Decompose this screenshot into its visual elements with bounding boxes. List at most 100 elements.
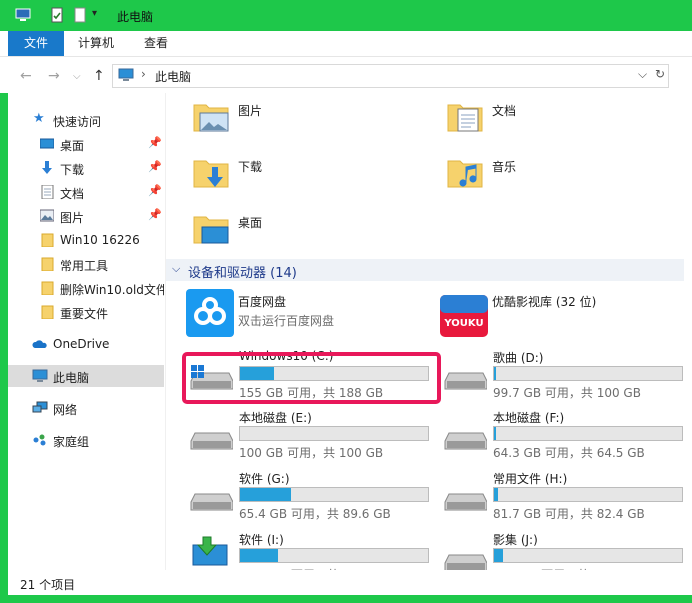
breadcrumb-separator: › xyxy=(141,67,146,81)
folder-icon xyxy=(41,257,54,271)
hard-drive-icon xyxy=(444,554,487,572)
app-name: 优酷影视库 (32 位) xyxy=(492,295,597,309)
sidebar-item-folder[interactable]: 删除Win10.old文件 xyxy=(8,277,164,299)
sidebar-item-pictures[interactable]: 图片 📌 xyxy=(8,205,164,227)
sidebar-item-label: 下载 xyxy=(60,163,85,177)
sidebar-item-folder[interactable]: 重要文件 xyxy=(8,301,164,323)
drive-name: 本地磁盘 (E:) xyxy=(239,411,312,425)
drive-usage-fill xyxy=(494,488,498,501)
drive-usage-bar xyxy=(493,366,683,381)
drive-free-space: 65.4 GB 可用，共 89.6 GB xyxy=(239,507,391,521)
address-dropdown-button[interactable]: ⌵ xyxy=(638,67,647,82)
baidu-netdisk-icon xyxy=(186,289,234,337)
pictures-folder-icon xyxy=(193,104,229,132)
explorer-window: ▾ 此电脑 文件 计算机 查看 ← → ⌵ ↑ › 此电脑 ⌵ ↻ ★ 快速访问… xyxy=(0,0,692,603)
back-button[interactable]: ← xyxy=(20,68,32,84)
title-bar: ▾ 此电脑 xyxy=(0,0,692,31)
drive-usage-bar xyxy=(493,426,683,441)
software-drive-icon xyxy=(192,536,228,566)
app-item-youku[interactable]: YOUKU 优酷影视库 (32 位) xyxy=(440,289,690,337)
desktop-folder-icon xyxy=(193,216,229,244)
qat-dropdown-icon[interactable]: ▾ xyxy=(92,8,97,19)
folder-icon xyxy=(41,305,54,319)
drive-usage-fill xyxy=(494,427,496,440)
folder-item-downloads[interactable]: 下载 xyxy=(192,155,422,197)
sidebar-item-this-pc[interactable]: 此电脑 xyxy=(8,365,164,387)
hard-drive-icon xyxy=(444,372,487,390)
drive-name: 软件 (G:) xyxy=(239,472,290,486)
desktop-icon xyxy=(40,138,54,149)
hard-drive-icon xyxy=(190,493,233,511)
drive-item-f[interactable]: 本地磁盘 (F:) 64.3 GB 可用，共 64.5 GB xyxy=(441,409,691,465)
drive-item-e[interactable]: 本地磁盘 (E:) 100 GB 可用，共 100 GB xyxy=(187,409,437,465)
breadcrumb-this-pc[interactable]: 此电脑 xyxy=(155,68,191,85)
folder-item-desktop[interactable]: 桌面 xyxy=(192,211,422,253)
sidebar-item-onedrive[interactable]: OneDrive xyxy=(8,333,164,355)
sidebar-item-downloads[interactable]: 下载 📌 xyxy=(8,157,164,179)
drive-usage-bar xyxy=(493,487,683,502)
content-area: ★ 快速访问 桌面 📌 下载 📌 文档 📌 图片 📌 Win10 16226 常… xyxy=(8,93,692,582)
drive-item-g[interactable]: 软件 (G:) 65.4 GB 可用，共 89.6 GB xyxy=(187,470,437,526)
app-item-baidu[interactable]: 百度网盘 双击运行百度网盘 xyxy=(186,289,436,337)
group-header-devices[interactable]: ⌵ 设备和驱动器 (14) xyxy=(166,259,692,281)
new-folder-icon[interactable] xyxy=(72,7,88,23)
folder-name: 音乐 xyxy=(492,160,517,174)
sidebar-item-homegroup[interactable]: 家庭组 xyxy=(8,429,164,451)
tab-view[interactable]: 查看 xyxy=(134,31,178,56)
drive-name: 常用文件 (H:) xyxy=(493,472,568,486)
sidebar-item-network[interactable]: 网络 xyxy=(8,397,164,419)
sidebar-item-label: 此电脑 xyxy=(53,371,90,385)
drive-free-space: 100 GB 可用，共 100 GB xyxy=(239,446,384,460)
folder-item-music[interactable]: 音乐 xyxy=(446,155,676,197)
sidebar-item-folder[interactable]: 常用工具 xyxy=(8,253,164,275)
status-bar: 21 个项目 xyxy=(8,570,692,595)
ribbon-tabs: 文件 计算机 查看 xyxy=(0,31,692,57)
sidebar-item-label: 常用工具 xyxy=(60,259,109,273)
folder-item-pictures[interactable]: 图片 xyxy=(192,99,422,141)
tab-computer[interactable]: 计算机 xyxy=(70,31,122,56)
sidebar-item-quick-access[interactable]: ★ 快速访问 xyxy=(8,109,164,131)
sidebar-item-folder[interactable]: Win10 16226 xyxy=(8,229,164,251)
folder-name: 桌面 xyxy=(238,216,263,230)
computer-icon xyxy=(15,8,31,21)
address-bar[interactable]: › 此电脑 ⌵ ↻ xyxy=(112,64,669,88)
pin-icon[interactable]: 📌 xyxy=(148,208,162,221)
youku-icon: YOUKU xyxy=(440,295,488,337)
forward-button[interactable]: → xyxy=(48,68,60,84)
sidebar-item-label: 图片 xyxy=(60,211,85,225)
up-button[interactable]: ↑ xyxy=(93,68,105,84)
sidebar-item-label: 快速访问 xyxy=(53,115,102,129)
folder-name: 图片 xyxy=(238,104,263,118)
sidebar-item-desktop[interactable]: 桌面 📌 xyxy=(8,133,164,155)
vertical-scrollbar[interactable] xyxy=(684,57,692,570)
download-arrow-icon xyxy=(42,161,52,174)
pin-icon[interactable]: 📌 xyxy=(148,160,162,173)
folder-item-documents[interactable]: 文档 xyxy=(446,99,676,141)
address-toolbar: ← → ⌵ ↑ › 此电脑 ⌵ ↻ xyxy=(0,57,692,93)
properties-icon[interactable] xyxy=(49,7,65,23)
star-icon: ★ xyxy=(33,111,45,126)
drive-name: 影集 (J:) xyxy=(493,533,538,547)
computer-icon xyxy=(32,369,48,382)
window-title: 此电脑 xyxy=(117,10,154,24)
recent-dropdown-icon[interactable]: ⌵ xyxy=(73,71,81,82)
drive-free-space: 99.7 GB 可用，共 100 GB xyxy=(493,386,641,400)
pin-icon[interactable]: 📌 xyxy=(148,136,162,149)
computer-icon xyxy=(118,68,134,81)
sidebar-item-label: 网络 xyxy=(53,403,78,417)
svg-text:YOUKU: YOUKU xyxy=(443,318,483,329)
refresh-button[interactable]: ↻ xyxy=(655,67,665,81)
pin-icon[interactable]: 📌 xyxy=(148,184,162,197)
sidebar-item-label: 文档 xyxy=(60,187,85,201)
chevron-down-icon[interactable]: ⌵ xyxy=(172,262,180,276)
tab-file[interactable]: 文件 xyxy=(8,31,64,56)
documents-folder-icon xyxy=(447,104,483,132)
sidebar-item-label: 家庭组 xyxy=(53,435,90,449)
drive-item-h[interactable]: 常用文件 (H:) 81.7 GB 可用，共 82.4 GB xyxy=(441,470,691,526)
drive-name: 软件 (I:) xyxy=(239,533,284,547)
folder-icon xyxy=(41,281,54,295)
picture-icon xyxy=(40,209,54,222)
sidebar-item-documents[interactable]: 文档 📌 xyxy=(8,181,164,203)
drive-item-d[interactable]: 歌曲 (D:) 99.7 GB 可用，共 100 GB xyxy=(441,349,691,405)
downloads-folder-icon xyxy=(193,160,229,188)
